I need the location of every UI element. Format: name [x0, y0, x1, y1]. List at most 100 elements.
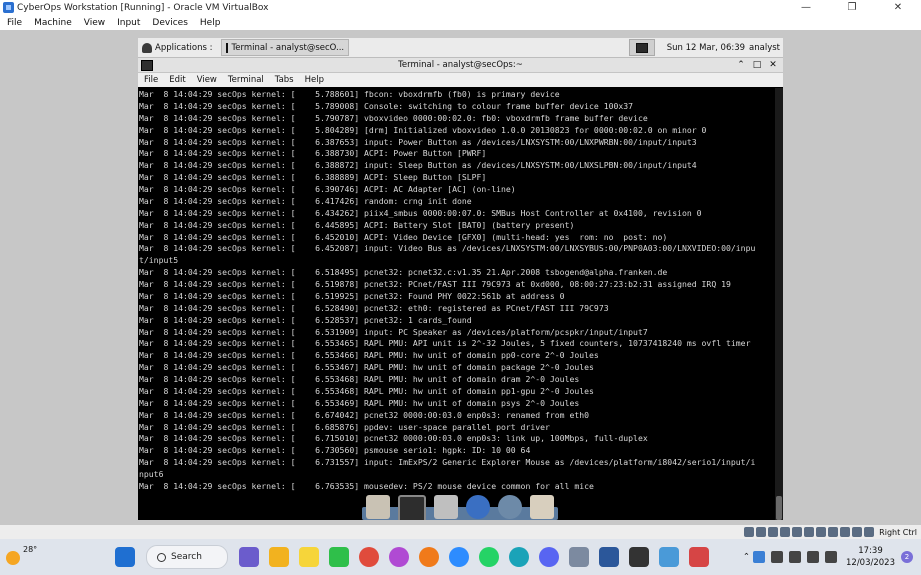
terminal-line: Mar 8 14:04:29 secOps kernel: [ 6.519878…: [139, 279, 731, 289]
taskbar-terminal-button[interactable]: Terminal - analyst@secO...: [220, 39, 349, 56]
zoom-icon[interactable]: [449, 547, 469, 567]
usb-status-icon[interactable]: [792, 527, 803, 537]
terminal-output[interactable]: Mar 8 14:04:29 secOps kernel: [ 5.788601…: [138, 88, 775, 520]
chrome-icon[interactable]: [359, 547, 379, 567]
drive-icon[interactable]: [434, 495, 458, 519]
terminal-menu-terminal[interactable]: Terminal: [222, 75, 269, 85]
terminal-line: Mar 8 14:04:29 secOps kernel: [ 6.528537…: [139, 314, 472, 325]
app-purple-icon[interactable]: [389, 547, 409, 567]
terminal-line: nput6: [139, 469, 164, 479]
terminal-line: Mar 8 14:04:29 secOps kernel: [ 6.452010…: [139, 231, 668, 242]
terminal-menu-edit[interactable]: Edit: [163, 75, 190, 85]
vbox-menubar: File Machine View Input Devices Help: [0, 15, 921, 30]
vbox-statusbar: Right Ctrl: [0, 525, 921, 539]
terminal-taskbar-icon[interactable]: [629, 547, 649, 567]
terminal-line: Mar 8 14:04:29 secOps kernel: [ 6.518495…: [139, 267, 668, 278]
onedrive-icon[interactable]: [753, 551, 765, 563]
volume-icon[interactable]: [807, 551, 819, 563]
terminal-maximize-icon[interactable]: □: [749, 60, 765, 70]
edge-icon[interactable]: [509, 547, 529, 567]
audio-status-icon[interactable]: [768, 527, 779, 537]
terminal-window-icon[interactable]: [141, 60, 153, 71]
discord-icon[interactable]: [539, 547, 559, 567]
panel-user[interactable]: analyst: [749, 43, 783, 53]
virtualbox-icon: [3, 2, 14, 13]
recording-status-icon[interactable]: [828, 527, 839, 537]
language-icon[interactable]: [771, 551, 783, 563]
display-status-icon[interactable]: [816, 527, 827, 537]
guest-display: Applications : Terminal - analyst@secO..…: [0, 30, 921, 525]
terminal-minimize-icon[interactable]: ⌃: [733, 60, 749, 70]
search-magnifier-icon[interactable]: [498, 495, 522, 519]
terminal-menu-help[interactable]: Help: [299, 75, 329, 85]
terminal-scrollbar-thumb[interactable]: [776, 496, 782, 520]
terminal-window: Terminal - analyst@secOps:~ ⌃ □ ✕ File E…: [138, 58, 783, 520]
keyboard-capture-icon[interactable]: [864, 527, 875, 537]
line-icon[interactable]: [329, 547, 349, 567]
optical-status-icon[interactable]: [756, 527, 767, 537]
virtualbox-taskbar-icon[interactable]: [569, 547, 589, 567]
menu-help[interactable]: Help: [193, 18, 226, 28]
menu-devices[interactable]: Devices: [145, 18, 192, 28]
panel-clock[interactable]: Sun 12 Mar, 06:39: [667, 43, 749, 53]
folder-icon[interactable]: [530, 495, 554, 519]
clock-date: 12/03/2023: [846, 558, 895, 568]
notification-badge[interactable]: 2: [901, 551, 913, 563]
panel-terminal-launcher[interactable]: [628, 39, 655, 56]
word-icon[interactable]: [599, 547, 619, 567]
terminal-scrollbar[interactable]: [775, 88, 783, 520]
clock-time: 17:39: [858, 546, 883, 556]
browser-globe-icon[interactable]: [466, 495, 490, 519]
file-manager-icon[interactable]: [366, 495, 390, 519]
teams-chat-icon[interactable]: [239, 547, 259, 567]
tray-overflow-chevron-icon[interactable]: ⌃: [743, 552, 750, 562]
terminal-line: Mar 8 14:04:29 secOps kernel: [ 6.553468…: [139, 385, 594, 396]
menu-file[interactable]: File: [0, 18, 27, 28]
mouse-integration-icon[interactable]: [852, 527, 863, 537]
search-box[interactable]: Search: [146, 545, 228, 569]
menu-input[interactable]: Input: [110, 18, 145, 28]
guest-screen[interactable]: Applications : Terminal - analyst@secO..…: [138, 38, 783, 520]
terminal-dock-icon[interactable]: [398, 495, 426, 520]
taskbar-terminal-label: Terminal - analyst@secO...: [231, 42, 345, 53]
clock[interactable]: 17:39 12/03/2023: [846, 545, 895, 569]
terminal-line: Mar 8 14:04:29 secOps kernel: [ 6.553468…: [139, 374, 580, 384]
file-explorer-icon[interactable]: [269, 547, 289, 567]
firefox-icon[interactable]: [419, 547, 439, 567]
wifi-icon[interactable]: [789, 551, 801, 563]
terminal-titlebar[interactable]: Terminal - analyst@secOps:~ ⌃ □ ✕: [138, 58, 783, 73]
terminal-menu-tabs[interactable]: Tabs: [269, 75, 299, 85]
terminal-title: Terminal - analyst@secOps:~: [398, 60, 523, 70]
applications-menu-button[interactable]: Applications :: [138, 38, 217, 57]
disk-status-icon[interactable]: [744, 527, 755, 537]
app-blue-icon[interactable]: [659, 547, 679, 567]
terminal-line: Mar 8 14:04:29 secOps kernel: [ 6.763535…: [139, 480, 594, 491]
terminal-line: Mar 8 14:04:29 secOps kernel: [ 6.445895…: [139, 219, 575, 230]
snipping-tool-icon[interactable]: [689, 547, 709, 567]
terminal-launcher-icon: [635, 42, 648, 53]
sticky-notes-icon[interactable]: [299, 547, 319, 567]
terminal-menu-file[interactable]: File: [138, 75, 163, 85]
battery-icon[interactable]: [825, 551, 837, 563]
taskbar-apps: Search: [110, 543, 714, 571]
network-status-icon[interactable]: [780, 527, 791, 537]
weather-temperature: 28°: [23, 545, 38, 554]
start-windows-icon[interactable]: [115, 547, 135, 567]
weather-widget[interactable]: 28°: [6, 545, 66, 571]
close-icon[interactable]: ✕: [875, 0, 921, 15]
whatsapp-icon[interactable]: [479, 547, 499, 567]
menu-view[interactable]: View: [77, 18, 110, 28]
applications-icon: [142, 42, 152, 53]
shared-folder-status-icon[interactable]: [804, 527, 815, 537]
terminal-line: Mar 8 14:04:29 secOps kernel: [ 6.528490…: [139, 302, 609, 313]
minimize-icon[interactable]: —: [783, 0, 829, 15]
xfce-top-panel: Applications : Terminal - analyst@secO..…: [138, 38, 783, 58]
cpu-status-icon[interactable]: [840, 527, 851, 537]
terminal-menu-view[interactable]: View: [191, 75, 222, 85]
terminal-close-icon[interactable]: ✕: [765, 60, 781, 70]
system-tray: ⌃ 17:39 12/03/2023 2: [743, 543, 913, 571]
terminal-line: Mar 8 14:04:29 secOps kernel: [ 6.553467…: [139, 362, 594, 373]
menu-machine[interactable]: Machine: [27, 18, 77, 28]
terminal-line: Mar 8 14:04:29 secOps kernel: [ 6.390746…: [139, 184, 516, 194]
restore-icon[interactable]: ❐: [829, 0, 875, 15]
